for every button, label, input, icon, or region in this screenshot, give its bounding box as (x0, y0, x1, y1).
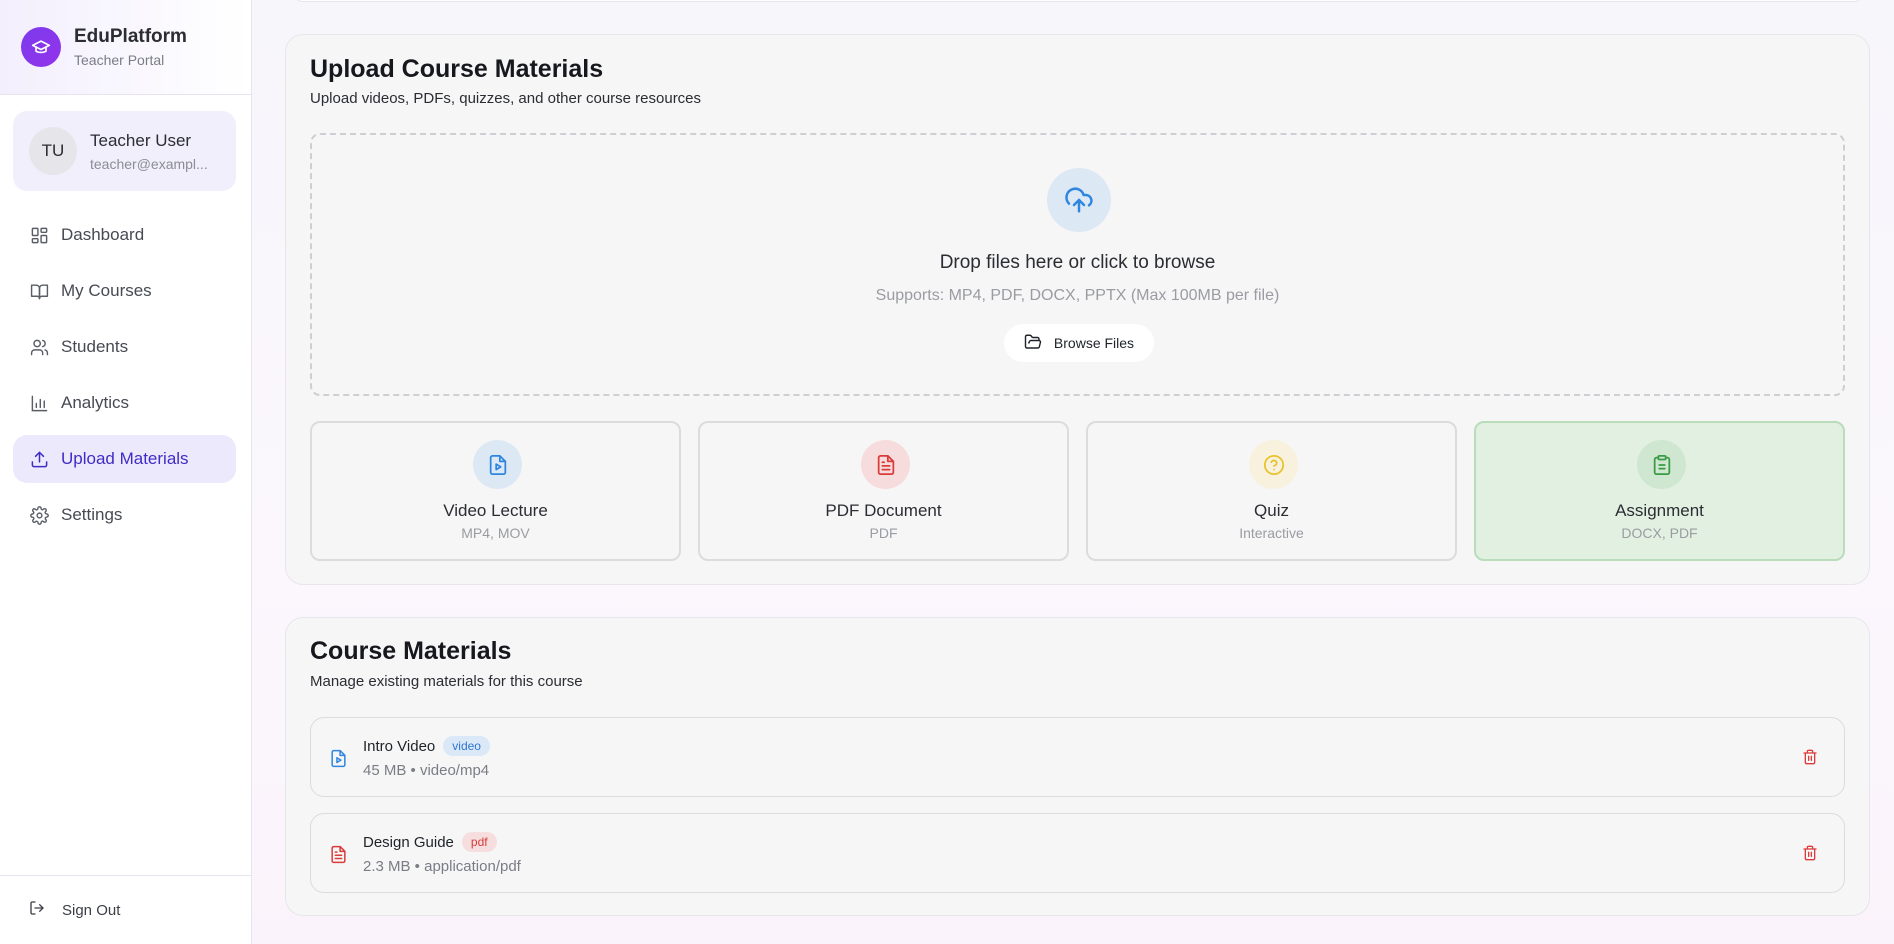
browse-files-button[interactable]: Browse Files (1004, 324, 1154, 362)
browse-files-label: Browse Files (1053, 335, 1135, 351)
materials-title: Course Materials (310, 637, 512, 665)
sidebar-item-label: Analytics (61, 393, 130, 412)
file-dropzone[interactable]: Drop files here or click to browse Suppo… (310, 133, 1845, 396)
folder-open-icon (1024, 333, 1042, 354)
grid-icon (29, 225, 49, 245)
brand-subtitle: Teacher Portal (74, 52, 165, 68)
type-title: Assignment (1615, 501, 1704, 520)
sidebar-item-label: Dashboard (61, 225, 145, 244)
gear-icon (29, 505, 49, 525)
sidebar-item-label: Settings (61, 505, 123, 524)
material-name: Intro Video (363, 737, 436, 755)
users-icon (29, 337, 49, 357)
type-badge: pdf (461, 832, 497, 852)
type-formats: MP4, MOV (461, 525, 530, 541)
video-file-icon (473, 440, 522, 489)
help-circle-icon (1249, 440, 1298, 489)
sidebar-nav: Dashboard My Courses Students Analytics … (13, 211, 236, 547)
dropzone-hint: Supports: MP4, PDF, DOCX, PPTX (Max 100M… (875, 287, 1280, 304)
upload-title: Upload Course Materials (310, 55, 604, 83)
trash-icon[interactable] (1800, 747, 1820, 767)
upload-card: Upload Course Materials Upload videos, P… (285, 34, 1870, 585)
sidebar-item-analytics[interactable]: Analytics (13, 379, 236, 427)
sidebar-item-label: Students (61, 337, 129, 356)
list-item[interactable]: Design Guide pdf 2.3 MB • application/pd… (310, 813, 1845, 893)
sidebar-item-settings[interactable]: Settings (13, 491, 236, 539)
upload-icon (29, 449, 49, 469)
sidebar-item-upload-materials[interactable]: Upload Materials (13, 435, 236, 483)
user-card[interactable]: TU Teacher User teacher@exampl... (13, 111, 236, 191)
list-item[interactable]: Intro Video video 45 MB • video/mp4 (310, 717, 1845, 797)
clipboard-icon (1637, 440, 1686, 489)
material-meta: 45 MB • video/mp4 (363, 762, 490, 779)
type-title: Video Lecture (443, 501, 548, 520)
video-file-icon (327, 747, 349, 769)
type-card-quiz[interactable]: Quiz Interactive (1086, 421, 1457, 561)
type-formats: DOCX, PDF (1621, 525, 1698, 541)
pdf-file-icon (861, 440, 910, 489)
sidebar-item-label: My Courses (61, 281, 152, 300)
trash-icon[interactable] (1800, 843, 1820, 863)
sidebar: EduPlatform Teacher Portal TU Teacher Us… (0, 0, 252, 944)
sign-out-button[interactable]: Sign Out (0, 875, 252, 944)
user-name: Teacher User (90, 130, 192, 150)
bar-chart-icon (29, 393, 49, 413)
type-card-pdf-document[interactable]: PDF Document PDF (698, 421, 1069, 561)
type-title: PDF Document (825, 501, 942, 520)
material-meta: 2.3 MB • application/pdf (363, 858, 521, 875)
sign-out-label: Sign Out (62, 901, 121, 919)
previous-card-edge (296, 0, 1861, 2)
materials-card: Course Materials Manage existing materia… (285, 617, 1870, 916)
sidebar-item-dashboard[interactable]: Dashboard (13, 211, 236, 259)
type-title: Quiz (1254, 501, 1289, 520)
sidebar-item-students[interactable]: Students (13, 323, 236, 371)
type-badge: video (443, 736, 490, 756)
book-icon (29, 281, 49, 301)
logout-icon (29, 900, 45, 920)
avatar: TU (29, 127, 77, 175)
graduation-cap-icon (21, 27, 61, 67)
brand-header: EduPlatform Teacher Portal (0, 0, 251, 95)
type-formats: Interactive (1239, 525, 1304, 541)
cloud-upload-icon (1047, 168, 1111, 232)
material-name: Design Guide (363, 833, 454, 851)
sidebar-item-label: Upload Materials (61, 449, 189, 468)
sidebar-item-my-courses[interactable]: My Courses (13, 267, 236, 315)
type-card-assignment[interactable]: Assignment DOCX, PDF (1474, 421, 1845, 561)
pdf-file-icon (327, 843, 349, 865)
brand-name: EduPlatform (74, 26, 187, 47)
dropzone-title: Drop files here or click to browse (939, 252, 1216, 273)
type-formats: PDF (869, 525, 898, 541)
upload-subtitle: Upload videos, PDFs, quizzes, and other … (310, 90, 702, 107)
type-card-video-lecture[interactable]: Video Lecture MP4, MOV (310, 421, 681, 561)
user-email: teacher@exampl... (90, 155, 208, 172)
materials-subtitle: Manage existing materials for this cours… (310, 673, 583, 690)
